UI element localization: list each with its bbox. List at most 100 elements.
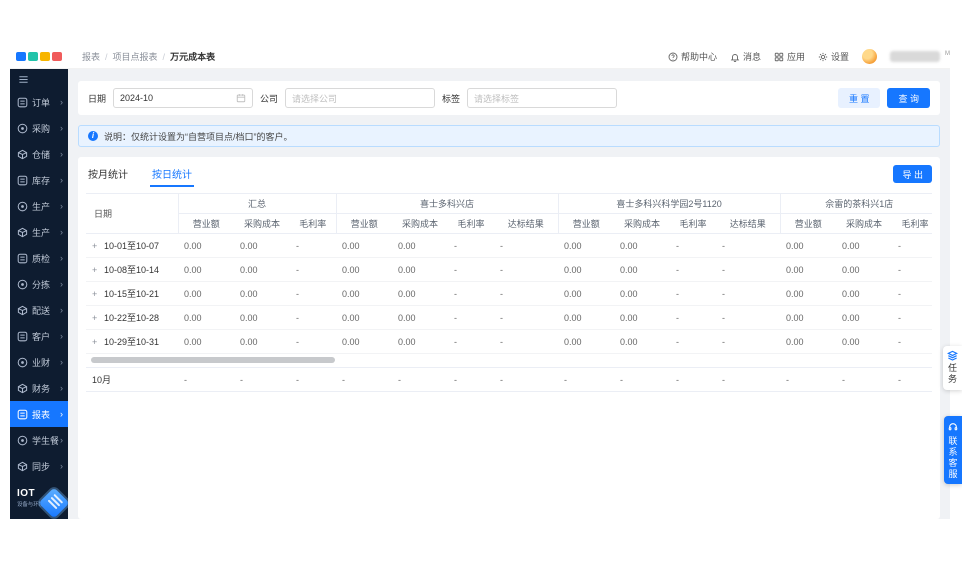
finance-icon bbox=[17, 383, 28, 394]
expand-icon[interactable]: + bbox=[92, 265, 101, 275]
value-cell: - bbox=[290, 305, 337, 330]
value-cell: - bbox=[716, 233, 781, 258]
summary-value-cell: - bbox=[336, 367, 392, 392]
summary-value-cell: - bbox=[558, 367, 614, 392]
table-wrap: 日期 汇总 喜士多科兴店 喜士多科兴科学园2号1120 佘雷的茶科兴1店 营业额 采购成本毛… bbox=[86, 193, 932, 392]
col-header: 采购成本 bbox=[614, 213, 671, 234]
sidebar-item-warehouse[interactable]: 仓储 › bbox=[10, 141, 68, 167]
sidebar-footer: IOT 设备与环境 bbox=[10, 485, 68, 519]
sidebar-item-quality[interactable]: 质检 › bbox=[10, 245, 68, 271]
sidebar-item-label: 业财 bbox=[32, 357, 51, 368]
student-meals-icon bbox=[17, 435, 28, 446]
sidebar-item-delivery[interactable]: 配送 › bbox=[10, 297, 68, 323]
help-center-link[interactable]: 帮助中心 bbox=[668, 50, 717, 63]
summary-value-cell: - bbox=[494, 367, 558, 392]
sidebar-item-label: 同步 bbox=[32, 461, 51, 472]
summary-value-cell: - bbox=[234, 367, 290, 392]
date-range: 10-15至10-21 bbox=[104, 289, 160, 299]
settings-link[interactable]: 设置 bbox=[818, 50, 849, 63]
contact-support-widget[interactable]: 联系客服 bbox=[944, 416, 962, 484]
group-header: 佘雷的茶科兴1店 bbox=[779, 193, 932, 214]
sidebar-item-student-meals[interactable]: 学生餐 › bbox=[10, 427, 68, 453]
logo-shape bbox=[40, 52, 50, 61]
sidebar-item-label: 仓储 bbox=[32, 149, 51, 160]
sidebar-item-sorting[interactable]: 分拣 › bbox=[10, 271, 68, 297]
query-button[interactable]: 查 询 bbox=[887, 88, 930, 108]
sidebar-item-orders[interactable]: 订单 › bbox=[10, 89, 68, 115]
task-widget[interactable]: 任务 bbox=[943, 346, 962, 390]
app-logo[interactable] bbox=[10, 45, 68, 68]
chevron-right-icon: › bbox=[60, 227, 63, 237]
value-cell: - bbox=[494, 329, 559, 354]
chevron-right-icon: › bbox=[60, 149, 63, 159]
messages-link[interactable]: 消息 bbox=[730, 50, 761, 63]
value-cell: - bbox=[290, 257, 337, 282]
info-icon: i bbox=[88, 131, 98, 141]
value-cell: 0.00 bbox=[558, 281, 615, 306]
value-cell: - bbox=[448, 233, 495, 258]
breadcrumb-item-reports[interactable]: 报表 bbox=[82, 50, 100, 63]
sidebar-item-label: 报表 bbox=[32, 409, 51, 420]
date-cell: +10-22至10-28 bbox=[86, 305, 178, 330]
expand-icon[interactable]: + bbox=[92, 313, 101, 323]
tab-monthly-stats[interactable]: 按月统计 bbox=[86, 159, 130, 187]
sidebar-item-sync[interactable]: 同步 › bbox=[10, 453, 68, 479]
value-cell: 0.00 bbox=[178, 233, 234, 258]
expand-icon[interactable]: + bbox=[92, 289, 101, 299]
value-cell: - bbox=[448, 257, 495, 282]
summary-value-cell: - bbox=[780, 367, 836, 392]
tag-select[interactable]: 请选择标签 bbox=[467, 88, 618, 108]
inventory-icon bbox=[17, 175, 28, 186]
avatar[interactable] bbox=[862, 49, 877, 64]
date-input[interactable]: 2024-10 bbox=[113, 88, 254, 108]
export-button[interactable]: 导 出 bbox=[893, 165, 932, 183]
sidebar-item-procurement[interactable]: 采购 › bbox=[10, 115, 68, 141]
notice-banner: i 说明：仅统计设置为“自营项目点/档口”的客户。 bbox=[78, 125, 940, 147]
sidebar-menu: 订单 › 采购 › 仓储 › 库存 › 生产 › 生产 › 质检 › 分拣 › 配送 › 客户 › 业财 › 财务 › 报表 › 学… bbox=[10, 89, 68, 479]
expand-icon[interactable]: + bbox=[92, 241, 101, 251]
sidebar-item-label: 财务 bbox=[32, 383, 51, 394]
chevron-right-icon: › bbox=[60, 175, 63, 185]
col-header: 毛利率 bbox=[670, 213, 717, 234]
breadcrumb-item-project-reports[interactable]: 项目点报表 bbox=[113, 50, 158, 63]
date-cell: +10-15至10-21 bbox=[86, 281, 178, 306]
summary-value-cell: - bbox=[716, 367, 780, 392]
chevron-right-icon: › bbox=[60, 279, 63, 289]
sidebar-item-biz-finance[interactable]: 业财 › bbox=[10, 349, 68, 375]
value-cell: 0.00 bbox=[836, 305, 893, 330]
value-cell: - bbox=[892, 305, 932, 330]
chevron-right-icon: › bbox=[60, 305, 63, 315]
summary-value-cell: - bbox=[670, 367, 716, 392]
sidebar-item-customers[interactable]: 客户 › bbox=[10, 323, 68, 349]
breadcrumb-separator: / bbox=[105, 51, 108, 62]
production2-icon bbox=[17, 227, 28, 238]
value-cell: 0.00 bbox=[336, 281, 393, 306]
value-cell: 0.00 bbox=[558, 257, 615, 282]
value-cell: 0.00 bbox=[392, 233, 449, 258]
sidebar-item-inventory[interactable]: 库存 › bbox=[10, 167, 68, 193]
scrollbar-thumb[interactable] bbox=[91, 357, 335, 363]
sidebar-item-production[interactable]: 生产 › bbox=[10, 193, 68, 219]
value-cell: - bbox=[670, 329, 717, 354]
value-cell: - bbox=[670, 281, 717, 306]
col-header: 营业额 bbox=[557, 213, 615, 234]
sidebar-item-reports[interactable]: 报表 › bbox=[10, 401, 68, 427]
table-row: +10-15至10-21 0.00 0.00-0.00 0.00- -0.00 0.00-… bbox=[86, 281, 932, 306]
chevron-right-icon: › bbox=[60, 253, 63, 263]
sidebar-item-finance[interactable]: 财务 › bbox=[10, 375, 68, 401]
content: 日期 2024-10 公司 请选择公司 标签 请选择标签 重 置 查 询 i 说… bbox=[68, 69, 950, 519]
value-cell: 0.00 bbox=[178, 257, 234, 282]
company-select[interactable]: 请选择公司 bbox=[285, 88, 436, 108]
reset-button[interactable]: 重 置 bbox=[837, 88, 881, 108]
customers-icon bbox=[17, 331, 28, 342]
apps-link[interactable]: 应用 bbox=[774, 50, 805, 63]
value-cell: - bbox=[892, 257, 932, 282]
value-cell: 0.00 bbox=[234, 305, 290, 330]
sidebar-toggle[interactable] bbox=[10, 69, 68, 89]
sidebar-item-label: 质检 bbox=[32, 253, 51, 264]
reports-icon bbox=[17, 409, 28, 420]
tab-daily-stats[interactable]: 按日统计 bbox=[150, 159, 194, 187]
corner-badge: M bbox=[945, 51, 950, 57]
sidebar-item-production-2[interactable]: 生产 › bbox=[10, 219, 68, 245]
expand-icon[interactable]: + bbox=[92, 337, 101, 347]
